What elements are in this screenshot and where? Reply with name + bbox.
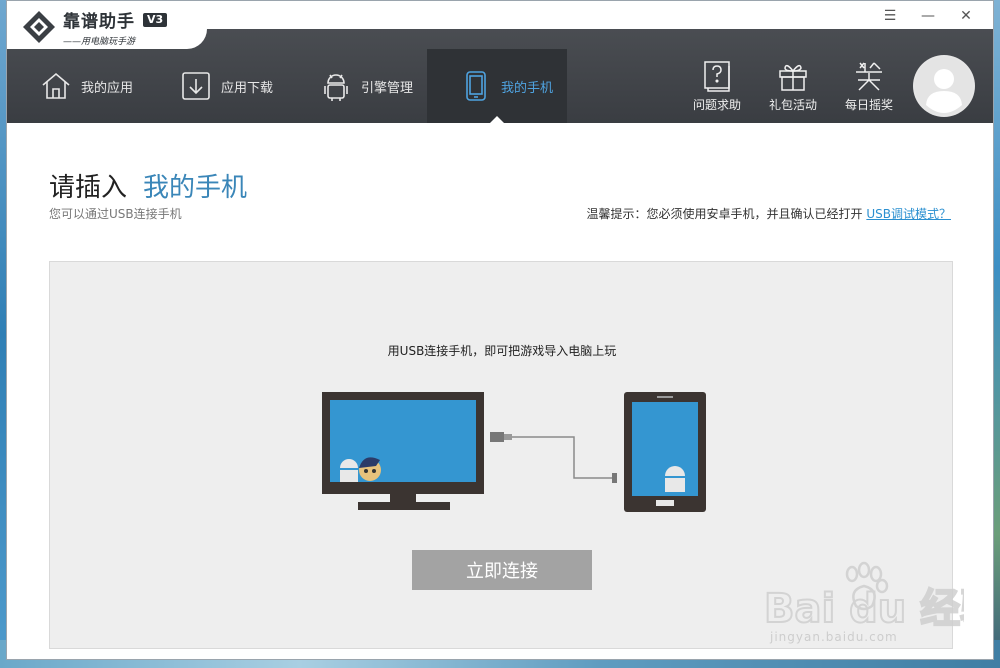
tab-my-apps-label: 我的应用 bbox=[81, 80, 134, 96]
help-button[interactable]: 问题求助 bbox=[679, 49, 755, 123]
logo-title-row: 靠谱助手 V3 bbox=[63, 7, 168, 32]
title-prefix: 请插入 bbox=[49, 173, 128, 203]
title-accent: 我的手机 bbox=[143, 173, 248, 203]
watermark-url: jingyan.baidu.com bbox=[770, 630, 898, 644]
monitor-illustration bbox=[322, 392, 484, 510]
avatar[interactable] bbox=[913, 55, 975, 117]
phone-illustration bbox=[624, 392, 706, 512]
desktop-background-right bbox=[994, 0, 1000, 668]
tab-my-phone-label: 我的手机 bbox=[501, 80, 554, 96]
phone-icon bbox=[459, 69, 493, 103]
gift-label: 礼包活动 bbox=[768, 97, 817, 112]
nav-actions: 问题求助 礼包活动 每日摇奖 bbox=[679, 49, 993, 123]
logo-diamond-icon bbox=[21, 9, 57, 45]
watermark-brand: Bai du 经验 bbox=[764, 586, 964, 630]
nav-tabs: 我的应用 应用下载 引擎管理 我的手机 bbox=[7, 49, 568, 123]
connect-now-button[interactable]: 立即连接 bbox=[412, 550, 592, 590]
lottery-button[interactable]: 每日摇奖 bbox=[831, 49, 907, 123]
tab-my-apps[interactable]: 我的应用 bbox=[7, 49, 147, 123]
app-logo: 靠谱助手 V3 ——用电脑玩手游 bbox=[21, 7, 181, 47]
usb-debug-link[interactable]: USB调试模式？ bbox=[866, 207, 951, 221]
tab-app-download[interactable]: 应用下载 bbox=[147, 49, 287, 123]
tab-engine-management-label: 引擎管理 bbox=[361, 80, 414, 96]
usb-hint: 温馨提示：您必须使用安卓手机，并且确认已经打开 USB调试模式？ bbox=[587, 205, 951, 222]
help-book-icon bbox=[704, 60, 730, 92]
gift-icon bbox=[779, 64, 807, 91]
minimize-button[interactable]: — bbox=[909, 5, 947, 27]
version-badge: V3 bbox=[143, 12, 168, 27]
user-icon bbox=[915, 57, 973, 115]
lottery-label: 每日摇奖 bbox=[844, 97, 893, 112]
tab-engine-management[interactable]: 引擎管理 bbox=[287, 49, 427, 123]
help-label: 问题求助 bbox=[692, 97, 741, 112]
baidu-paw-icon: Bai du 经验 bbox=[763, 561, 1000, 633]
android-icon bbox=[319, 69, 353, 103]
usb-cable bbox=[490, 432, 617, 483]
baidu-watermark: Bai du 经验 jingyan.baidu.com bbox=[763, 560, 1000, 650]
page-subtitle: 您可以通过USB连接手机 bbox=[49, 207, 182, 221]
tab-app-download-label: 应用下载 bbox=[221, 80, 274, 96]
hint-text: 温馨提示：您必须使用安卓手机，并且确认已经打开 bbox=[586, 207, 863, 221]
window-controls: ☰ — ✕ bbox=[871, 5, 985, 27]
close-button[interactable]: ✕ bbox=[947, 5, 985, 27]
panel-instruction: 用USB连接手机，即可把游戏导入电脑上玩 bbox=[387, 344, 617, 358]
download-icon bbox=[179, 69, 213, 103]
page-title: 请插入 我的手机 bbox=[49, 167, 247, 204]
app-name: 靠谱助手 bbox=[63, 12, 135, 32]
logo-text: 靠谱助手 V3 ——用电脑玩手游 bbox=[63, 7, 168, 47]
gift-button[interactable]: 礼包活动 bbox=[755, 49, 831, 123]
usb-connection-illustration bbox=[322, 392, 706, 512]
tab-my-phone[interactable]: 我的手机 bbox=[427, 49, 568, 123]
app-slogan: ——用电脑玩手游 bbox=[63, 37, 136, 47]
home-icon bbox=[39, 69, 73, 103]
lottery-icon bbox=[856, 61, 882, 91]
menu-button[interactable]: ☰ bbox=[871, 5, 909, 27]
